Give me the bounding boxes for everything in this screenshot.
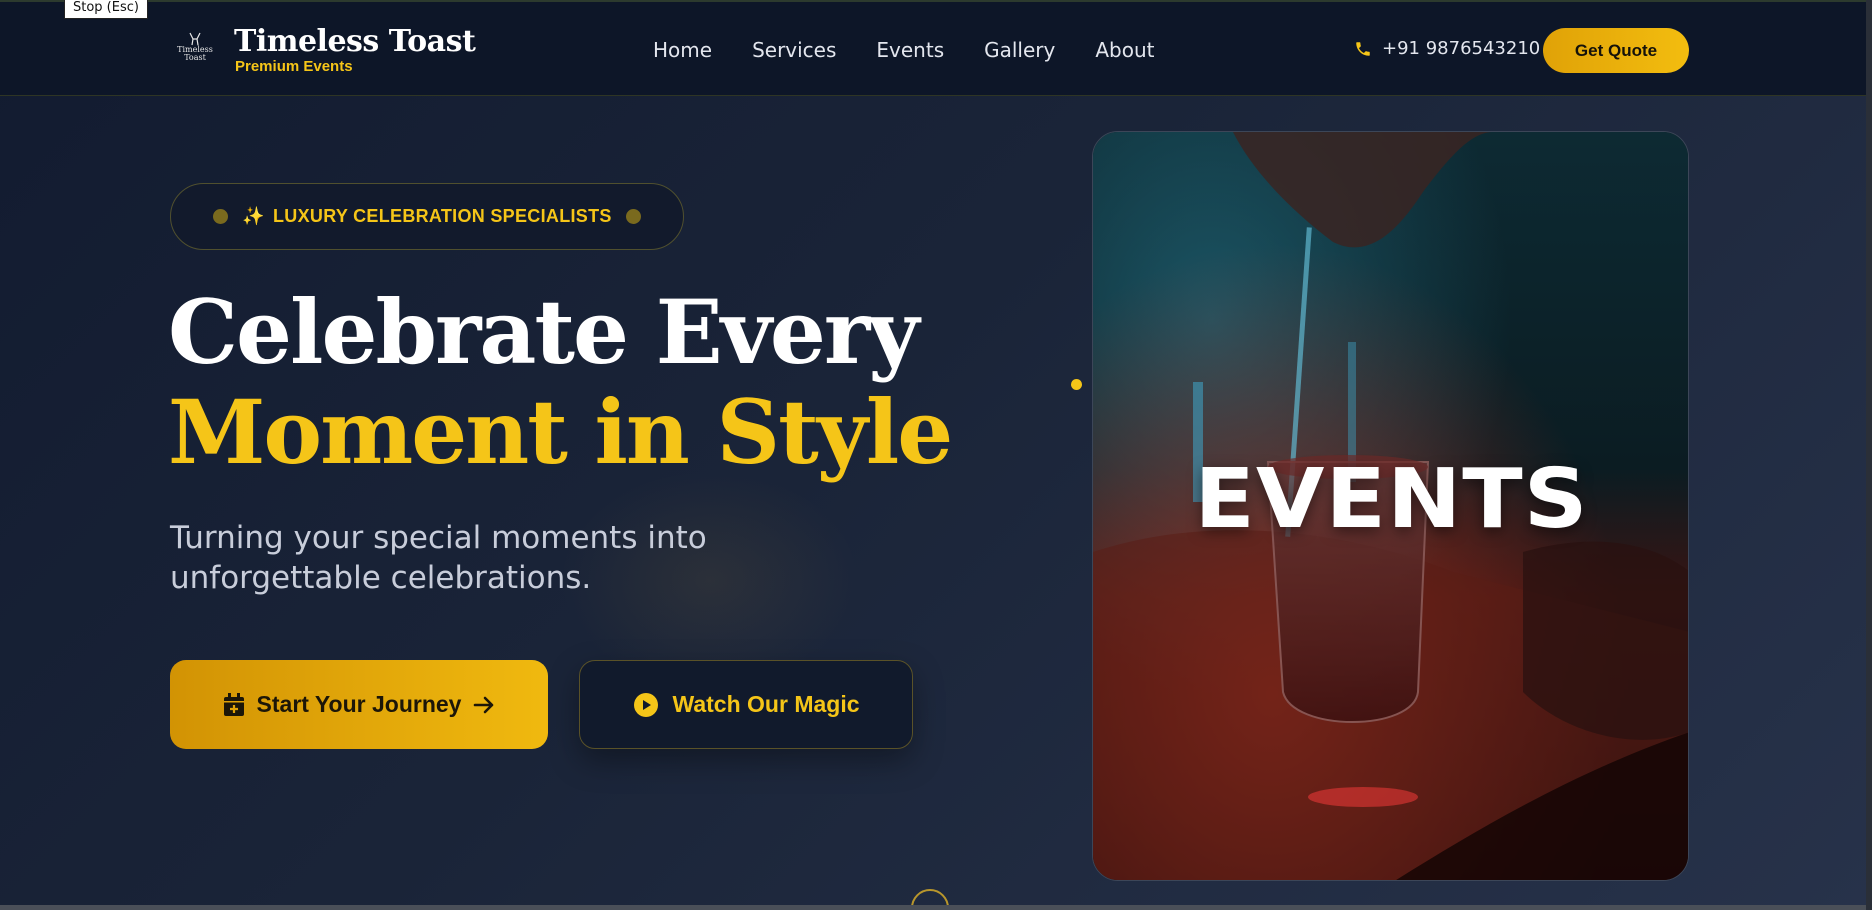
headline-line-1: Celebrate Every	[168, 280, 919, 384]
hero-subtext: Turning your special moments into unforg…	[170, 520, 707, 596]
video-overlay-title: EVENTS	[1194, 452, 1589, 547]
main-nav: Home Services Events Gallery About	[653, 38, 1155, 62]
logo-text-bottom: Toast	[184, 53, 206, 62]
nav-about[interactable]: About	[1095, 38, 1154, 62]
play-circle-icon	[633, 692, 658, 717]
arrow-right-icon	[474, 696, 494, 713]
phone-link[interactable]: +91 9876543210	[1354, 38, 1540, 59]
stop-button[interactable]: Stop (Esc)	[64, 0, 148, 19]
hero-headline: Celebrate Every Moment in Style	[168, 280, 953, 484]
watch-magic-button[interactable]: Watch Our Magic	[579, 660, 913, 749]
get-quote-button[interactable]: Get Quote	[1543, 28, 1689, 73]
calendar-plus-icon	[223, 692, 244, 716]
nav-events[interactable]: Events	[876, 38, 944, 62]
badge-dot-left	[213, 209, 229, 224]
decorative-dot	[1071, 379, 1082, 390]
brand-name[interactable]: Timeless Toast	[234, 24, 476, 59]
phone-icon	[1356, 41, 1370, 56]
nav-services[interactable]: Services	[752, 38, 836, 62]
headline-line-2: Moment in Style	[168, 380, 953, 484]
start-journey-button[interactable]: Start Your Journey	[170, 660, 548, 749]
brand-logo[interactable]: Timeless Toast	[172, 32, 218, 68]
site-header: Stop (Esc) Timeless Toast Timeless Toast…	[0, 0, 1872, 96]
nav-home[interactable]: Home	[653, 38, 712, 62]
hero-video[interactable]: EVENTS	[1092, 131, 1689, 881]
hero-badge: ✨ LUXURY CELEBRATION SPECIALISTS	[170, 183, 684, 250]
phone-number: +91 9876543210	[1382, 38, 1541, 59]
brand-tagline: Premium Events	[235, 58, 353, 75]
champagne-icon	[189, 32, 201, 46]
sparkle-icon: ✨	[242, 206, 265, 226]
badge-text: LUXURY CELEBRATION SPECIALISTS	[273, 206, 612, 226]
watch-magic-label: Watch Our Magic	[672, 691, 860, 717]
vertical-scrollbar[interactable]	[1866, 0, 1872, 910]
badge-dot-right	[625, 209, 641, 224]
bottom-scrollbar	[0, 905, 1872, 910]
start-journey-label: Start Your Journey	[256, 691, 462, 717]
nav-gallery[interactable]: Gallery	[984, 38, 1055, 62]
badge-label: ✨ LUXURY CELEBRATION SPECIALISTS	[242, 206, 611, 227]
page: Stop (Esc) Timeless Toast Timeless Toast…	[0, 0, 1872, 910]
